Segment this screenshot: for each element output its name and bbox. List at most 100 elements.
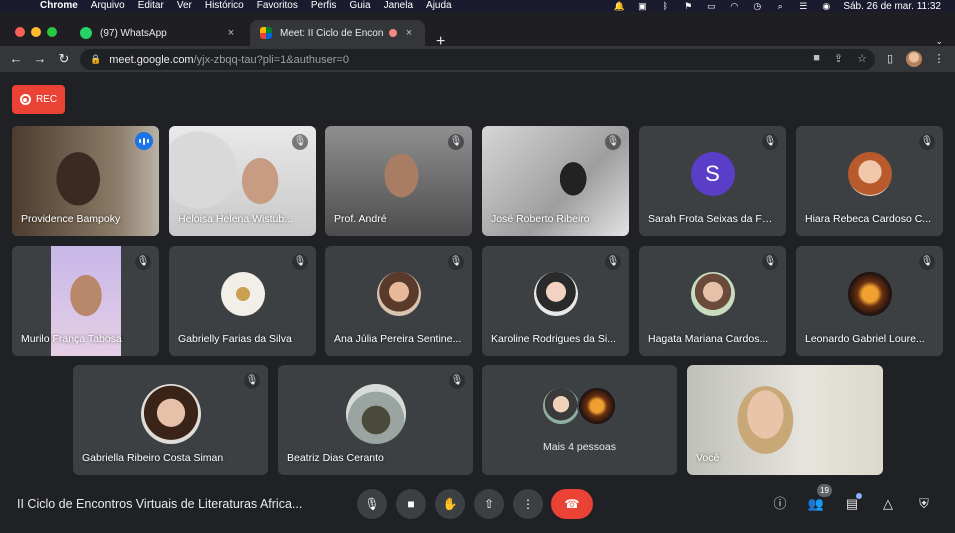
menu-editar[interactable]: Editar	[138, 0, 164, 12]
participant-tile[interactable]: 🎙 Karoline Rodrigues da Si...	[482, 246, 629, 356]
mic-off-icon: 🎙	[292, 254, 308, 270]
menu-historico[interactable]: Histórico	[205, 0, 244, 12]
microphone-button[interactable]: 🎙	[357, 489, 387, 519]
participant-avatar	[576, 386, 617, 426]
participant-avatar: S	[690, 152, 735, 196]
participant-tile[interactable]: 🎙 Prof. André	[325, 126, 472, 236]
participant-avatar	[345, 384, 406, 444]
participant-name: Heloisa Helena Wistub...	[178, 213, 293, 225]
close-tab-icon[interactable]: ×	[403, 27, 415, 39]
participant-tile[interactable]: 🎙 José Roberto Ribeiro	[482, 126, 629, 236]
participant-name: Leonardo Gabriel Loure...	[805, 333, 925, 345]
participant-name: Gabriella Ribeiro Costa Siman	[82, 452, 224, 464]
more-people-tile[interactable]: Mais 4 pessoas	[482, 365, 677, 475]
mic-off-icon: 🎙	[605, 134, 621, 150]
fullscreen-window-button[interactable]	[47, 27, 57, 37]
participant-tile[interactable]: 🎙 Beatriz Dias Ceranto	[278, 365, 473, 475]
siri-icon[interactable]: ◉	[820, 1, 832, 11]
participant-tile[interactable]: 🎙 Gabriella Ribeiro Costa Siman	[73, 365, 268, 475]
notification-icon[interactable]: 🔔	[613, 1, 625, 11]
recording-badge[interactable]: REC	[12, 85, 65, 114]
address-bar[interactable]: 🔒 meet.google.com /yjx-zbqq-tau?pli=1&au…	[80, 49, 875, 70]
back-arrow-icon[interactable]: ←	[7, 50, 25, 68]
self-view-tile[interactable]: Você	[687, 365, 883, 475]
close-window-button[interactable]	[15, 27, 25, 37]
participant-avatar	[690, 272, 735, 316]
lock-icon[interactable]: 🔒	[90, 54, 101, 65]
menubar-clock[interactable]: Sáb. 26 de mar. 11:32	[843, 1, 941, 12]
leave-call-button[interactable]: ☎	[551, 489, 593, 519]
tab-meet[interactable]: Meet: II Ciclo de Encontros ×	[250, 20, 425, 46]
record-icon	[19, 94, 31, 105]
participant-avatar	[540, 386, 581, 426]
bookmark-star-icon[interactable]: ☆	[857, 52, 867, 65]
flag-icon[interactable]: ⚑	[682, 1, 694, 11]
mic-off-icon: 🎙	[135, 254, 151, 270]
mic-off-icon: 🎙	[292, 134, 308, 150]
google-meet-icon	[260, 27, 272, 39]
share-icon[interactable]: ⇪	[834, 52, 843, 65]
mic-off-icon: 🎙	[605, 254, 621, 270]
forward-arrow-icon[interactable]: →	[31, 50, 49, 68]
participant-tile[interactable]: 🎙 Gabrielly Farias da Silva	[169, 246, 316, 356]
chrome-menu-icon[interactable]: ⋮	[932, 52, 946, 66]
reload-icon[interactable]: ↻	[55, 50, 73, 68]
raise-hand-button[interactable]: ✋	[435, 489, 465, 519]
tab-title: (97) WhatsApp	[100, 27, 167, 39]
self-label: Você	[696, 452, 720, 464]
minimize-window-button[interactable]	[31, 27, 41, 37]
tab-whatsapp[interactable]: (97) WhatsApp ×	[70, 20, 247, 46]
spotlight-icon[interactable]: ⌕	[774, 1, 786, 11]
activities-icon[interactable]: △	[879, 495, 897, 513]
menu-favoritos[interactable]: Favoritos	[257, 0, 298, 12]
menu-perfis[interactable]: Perfis	[311, 0, 337, 12]
participant-avatar	[140, 384, 201, 444]
more-people-avatars	[540, 386, 619, 426]
participant-name: Hiara Rebeca Cardoso C...	[805, 213, 932, 225]
participant-name: Prof. André	[334, 213, 387, 225]
people-icon[interactable]: 👥	[807, 495, 825, 513]
menu-janela[interactable]: Janela	[384, 0, 413, 12]
screen-record-icon[interactable]: ▣	[636, 1, 648, 11]
participant-tile[interactable]: Providence Bampoky	[12, 126, 159, 236]
participant-tile[interactable]: 🎙 Hagata Mariana Cardos...	[639, 246, 786, 356]
more-options-button[interactable]: ⋮	[513, 489, 543, 519]
camera-button[interactable]: ■	[396, 489, 426, 519]
participant-tile[interactable]: 🎙 Leonardo Gabriel Loure...	[796, 246, 943, 356]
participant-tile[interactable]: 🎙 Ana Júlia Pereira Sentine...	[325, 246, 472, 356]
profile-avatar[interactable]	[906, 51, 922, 67]
participant-tile[interactable]: S 🎙 Sarah Frota Seixas da Fo...	[639, 126, 786, 236]
control-center-icon[interactable]: ☰	[797, 1, 809, 11]
menu-ajuda[interactable]: Ajuda	[426, 0, 452, 12]
whatsapp-icon	[80, 27, 92, 39]
menu-arquivo[interactable]: Arquivo	[91, 0, 125, 12]
participant-avatar	[376, 272, 421, 316]
wifi-icon[interactable]: ◠	[728, 1, 740, 11]
mic-off-icon: 🎙	[762, 134, 778, 150]
people-count-badge: 19	[817, 484, 832, 497]
menu-guia[interactable]: Guia	[349, 0, 370, 12]
camera-in-use-icon[interactable]: ■	[813, 52, 820, 65]
participant-name: Beatriz Dias Ceranto	[287, 452, 384, 464]
participant-tile[interactable]: 🎙 Murilo França Tabosa	[12, 246, 159, 356]
host-controls-icon[interactable]: ⛨	[915, 495, 933, 513]
participant-tile[interactable]: 🎙 Heloisa Helena Wistub...	[169, 126, 316, 236]
menu-app-name[interactable]: Chrome	[40, 0, 78, 12]
time-machine-icon[interactable]: ◷	[751, 1, 763, 11]
participant-name: Murilo França Tabosa	[21, 333, 122, 345]
bluetooth-icon[interactable]: ᛒ	[659, 1, 671, 11]
macos-menu-bar: Chrome Arquivo Editar Ver Histórico Favo…	[0, 0, 955, 12]
side-panel-icon[interactable]: ▯	[883, 52, 897, 66]
close-tab-icon[interactable]: ×	[225, 27, 237, 39]
participant-name: José Roberto Ribeiro	[491, 213, 590, 225]
present-screen-button[interactable]: ⇧	[474, 489, 504, 519]
recording-label: REC	[35, 94, 58, 105]
battery-icon[interactable]: ▭	[705, 1, 717, 11]
meeting-info-icon[interactable]: ⓘ	[771, 495, 789, 513]
meeting-title[interactable]: II Ciclo de Encontros Virtuais de Litera…	[17, 497, 317, 511]
mic-off-icon: 🎙	[762, 254, 778, 270]
participant-avatar	[533, 272, 578, 316]
mic-off-icon: 🎙	[449, 373, 465, 389]
participant-tile[interactable]: 🎙 Hiara Rebeca Cardoso C...	[796, 126, 943, 236]
menu-ver[interactable]: Ver	[177, 0, 192, 12]
